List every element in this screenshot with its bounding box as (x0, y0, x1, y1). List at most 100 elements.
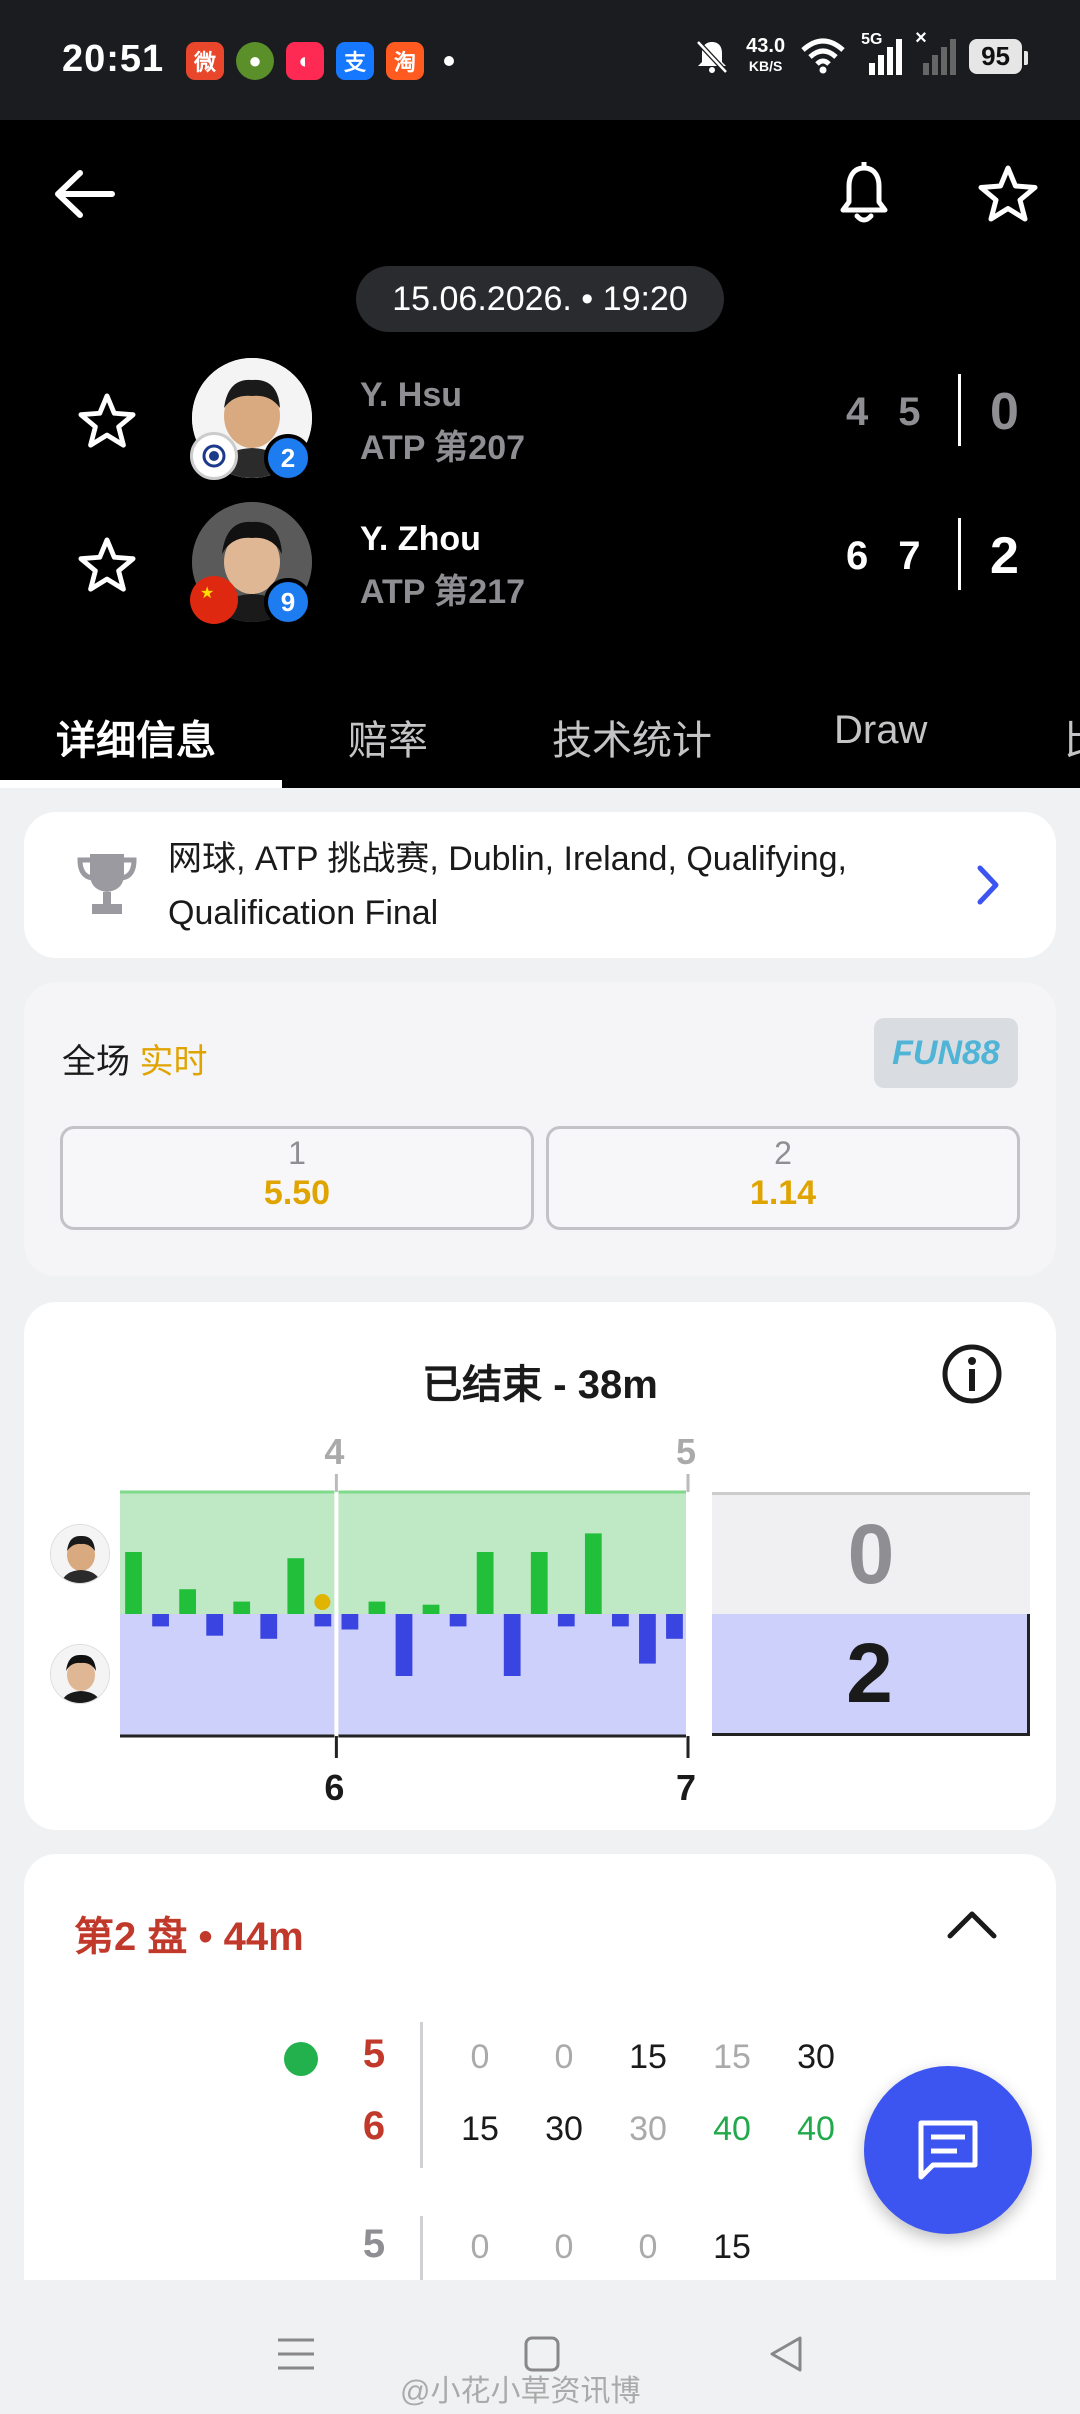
match-datetime: 15.06.2026. • 19:20 (356, 266, 724, 332)
point-score: 15 (461, 2110, 499, 2148)
set-point-marker (314, 1594, 331, 1610)
game-number: 6 (362, 2104, 386, 2148)
menu-nav-button[interactable] (266, 2324, 326, 2384)
game-number: 5 (362, 2032, 386, 2076)
point-score: 15 (713, 2228, 751, 2266)
game-number: 5 (362, 2222, 386, 2266)
momentum-bar (395, 1614, 413, 1676)
point-score: 30 (797, 2038, 835, 2076)
odds-option-value: 1.14 (749, 1174, 817, 1212)
momentum-bar (314, 1614, 332, 1627)
momentum-bar (557, 1614, 575, 1627)
favorite-player-2-button[interactable] (72, 530, 142, 600)
odds-card: 全场 实时 FUN88 1 5.50 2 1.14 (24, 982, 1056, 1276)
point-score: 40 (797, 2110, 835, 2148)
odds-option-2[interactable]: 2 1.14 (546, 1126, 1020, 1230)
tab-odds[interactable]: 赔率 (348, 680, 428, 766)
favorite-match-button[interactable] (968, 154, 1048, 234)
momentum-bar (206, 1614, 224, 1636)
notification-button[interactable] (824, 154, 904, 234)
momentum-bar (611, 1614, 629, 1627)
back-nav-button[interactable] (756, 2324, 816, 2384)
chat-button[interactable] (864, 2066, 1032, 2234)
svg-text:★: ★ (200, 585, 214, 602)
player-1-sets-won: 0 (990, 383, 1019, 441)
player-row-1[interactable]: 2 Y. Hsu ATP 第207 4 5 0 (0, 354, 1080, 484)
tournament-name: 网球, ATP 挑战赛, Dublin, Ireland, Qualifying… (168, 840, 847, 932)
momentum-bar (341, 1614, 359, 1630)
score-divider (958, 518, 961, 590)
star-icon (78, 393, 136, 448)
point-score: 0 (554, 2038, 574, 2076)
player-2-sets-won: 2 (990, 527, 1019, 585)
point-score: 30 (545, 2110, 583, 2148)
odds-market-title: 全场 实时 (62, 1043, 208, 1081)
cell-signal-5g-icon: 5G (861, 31, 903, 75)
odds-option-value: 5.50 (263, 1174, 331, 1212)
chevron-up-icon[interactable] (942, 1898, 1002, 1948)
set-label-bottom: 6 (324, 1767, 344, 1808)
odds-option-1[interactable]: 1 5.50 (60, 1126, 534, 1230)
momentum-bar (666, 1614, 683, 1639)
momentum-bar (422, 1604, 440, 1614)
cell-signal-empty-icon: × (915, 27, 957, 75)
player-1-area (120, 1492, 688, 1614)
momentum-bar (476, 1552, 494, 1614)
favorite-player-1-button[interactable] (72, 386, 142, 456)
tab-details[interactable]: 详细信息 (56, 680, 216, 766)
momentum-bar (449, 1614, 467, 1627)
momentum-bar (368, 1601, 386, 1614)
active-tab-indicator (0, 780, 282, 788)
trophy-icon (77, 854, 137, 914)
tab-statistics[interactable]: 技术统计 (552, 680, 712, 766)
set-score: 6 (846, 534, 869, 578)
menu-icon (278, 2338, 314, 2370)
bell-icon (840, 162, 888, 223)
player-row-2[interactable]: ★ 9 Y. Zhou ATP 第217 6 7 2 (0, 498, 1080, 628)
momentum-score-box: 0 2 (712, 1492, 1030, 1736)
tournament-card[interactable]: 网球, ATP 挑战赛, Dublin, Ireland, Qualifying… (24, 812, 1056, 958)
alipay-icon: 支 (336, 42, 374, 80)
player-2-set-count: 2 (712, 1614, 1030, 1736)
momentum-bar (530, 1552, 548, 1614)
momentum-card: 已结束 - 38m 4657 0 2 (24, 1302, 1056, 1830)
point-score: 15 (713, 2038, 751, 2076)
point-score: 40 (713, 2110, 751, 2148)
momentum-bar (503, 1614, 521, 1676)
wifi-icon (801, 38, 845, 74)
flag-chinese-taipei-icon (190, 432, 238, 480)
back-button[interactable] (44, 154, 124, 234)
momentum-bar (125, 1552, 142, 1614)
set-score: 5 (898, 390, 921, 434)
player-2-rank: ATP 第217 (360, 573, 526, 611)
more-dot-icon (444, 56, 454, 66)
momentum-bar (639, 1614, 656, 1664)
taobao-icon: 淘 (386, 42, 424, 80)
point-score: 0 (470, 2038, 490, 2076)
tab-comparison[interactable]: 比 (1064, 680, 1080, 766)
player-1-seed-badge: 2 (264, 434, 312, 482)
tab-draw[interactable]: Draw (834, 680, 927, 753)
odds-option-label: 2 (774, 1135, 792, 1171)
watermark-text: @小花小草资讯博 (400, 2375, 641, 2408)
point-score: 0 (470, 2228, 490, 2266)
set-label-top: 4 (324, 1431, 344, 1472)
avocado-icon: ● (236, 42, 274, 80)
point-row: 5 0 0 0 15 (24, 2218, 1056, 2278)
set-score: 7 (898, 534, 921, 578)
chevron-right-icon (977, 865, 999, 905)
set-score: 4 (846, 390, 869, 434)
bookmaker-logo[interactable]: FUN88 (874, 1018, 1018, 1088)
momentum-bar (584, 1533, 602, 1614)
star-icon (78, 537, 136, 592)
momentum-bar (179, 1589, 197, 1614)
momentum-bar (260, 1614, 278, 1639)
point-score: 0 (554, 2228, 574, 2266)
set-label-bottom: 7 (676, 1767, 696, 1808)
weibo-icon: 微 (186, 42, 224, 80)
chat-icon (918, 2120, 978, 2180)
momentum-bar (287, 1558, 305, 1614)
status-time: 20:51 (62, 38, 165, 80)
live-label: 实时 (139, 1043, 208, 1081)
status-bar: 20:51 微 ● ◐ 支 淘 43.0 KB/S 5G × 95 (0, 0, 1080, 120)
